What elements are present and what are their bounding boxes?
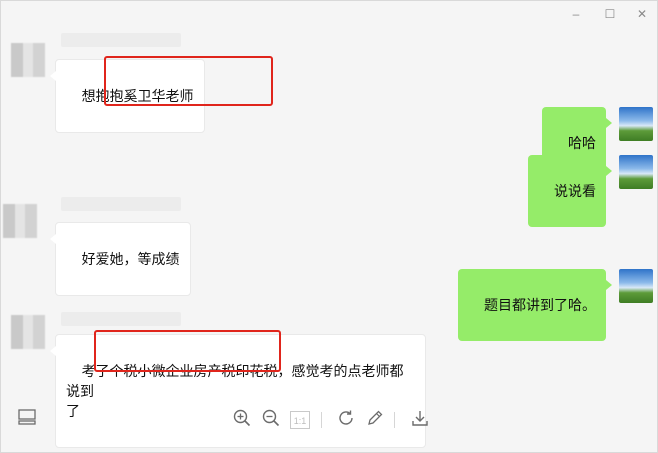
sender-name-blurred [61, 197, 181, 211]
image-viewer-window: – ☐ ✕ 想抱抱奚卫华老师 哈哈 说说看 好爱她，等成绩 题目都讲到了哈。 考… [0, 0, 658, 453]
rotate-icon[interactable] [335, 409, 357, 431]
avatar [11, 43, 45, 77]
avatar [619, 269, 653, 303]
download-icon[interactable] [409, 409, 431, 431]
message-bubble-4: 好爱她，等成绩 [50, 222, 191, 296]
avatar [619, 155, 653, 189]
zoom-in-icon[interactable] [231, 409, 253, 431]
highlight-box [104, 56, 273, 106]
zoom-out-icon[interactable] [260, 409, 282, 431]
sender-name-blurred [61, 312, 181, 326]
sidebar-icon[interactable] [16, 409, 38, 431]
message-text: 好爱她，等成绩 [81, 251, 180, 267]
message-text: 哈哈 [568, 135, 596, 151]
actual-size-icon: 1:1 [290, 411, 310, 429]
message-text: 说说看 [554, 183, 596, 199]
avatar [3, 204, 37, 238]
edit-icon[interactable] [364, 409, 386, 431]
highlight-box [94, 330, 281, 372]
message-bubble-5: 题目都讲到了哈。 [458, 269, 612, 341]
maximize-icon[interactable]: ☐ [603, 7, 617, 21]
toolbar-divider [321, 412, 322, 428]
close-icon[interactable]: ✕ [635, 7, 649, 21]
avatar [619, 107, 653, 141]
message-text: 题目都讲到了哈。 [484, 297, 596, 313]
minimize-icon[interactable]: – [569, 7, 583, 21]
avatar [11, 315, 45, 349]
sender-name-blurred [61, 33, 181, 47]
message-bubble-3: 说说看 [528, 155, 612, 227]
toolbar-divider [394, 412, 395, 428]
